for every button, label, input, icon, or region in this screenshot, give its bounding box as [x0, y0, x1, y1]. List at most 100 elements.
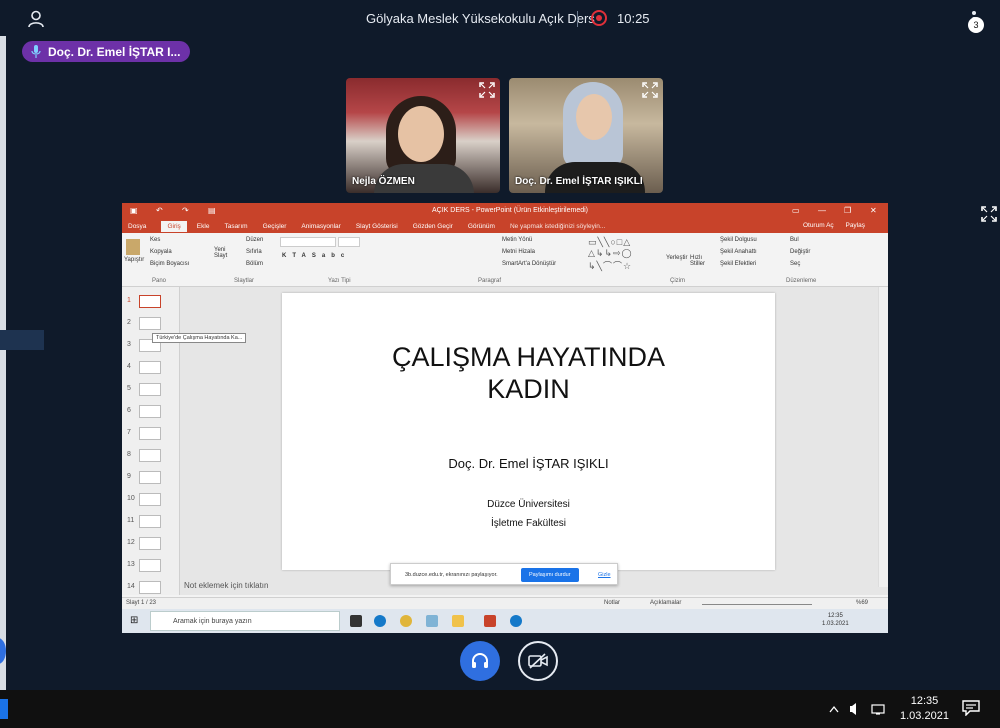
thumbnail-item[interactable]: 13	[125, 559, 177, 575]
slideshow-icon[interactable]: ▤	[208, 206, 216, 215]
share-message: 3b.duzce.edu.tr, ekranınızı paylaşıyor.	[405, 572, 498, 578]
thumb-number: 4	[127, 363, 131, 370]
close-icon[interactable]: ✕	[870, 206, 877, 215]
paste-button[interactable]: Yapıştır	[124, 257, 144, 263]
hide-share-bar-link[interactable]: Gizle	[598, 572, 611, 578]
thumbnail-item[interactable]: 8	[125, 449, 177, 465]
slide-author[interactable]: Doç. Dr. Emel İŞTAR IŞIKLI	[282, 456, 775, 471]
slide-scrollbar[interactable]	[878, 287, 888, 587]
tab-transitions[interactable]: Geçişler	[263, 223, 287, 230]
shape-effects-button[interactable]: Şekil Efektleri	[720, 261, 756, 267]
expand-icon[interactable]	[479, 82, 495, 98]
thumbnail-item[interactable]: 7	[125, 427, 177, 443]
host-app-icon[interactable]	[0, 699, 8, 719]
save-icon[interactable]: ▣	[130, 206, 138, 215]
camera-button[interactable]	[518, 641, 558, 681]
windows-start-icon[interactable]: ⊞	[130, 615, 138, 626]
chrome-icon[interactable]	[400, 615, 412, 627]
thumb-number: 9	[127, 473, 131, 480]
thumbnail-item[interactable]: 4	[125, 361, 177, 377]
arrange-button[interactable]: Yerleştir	[666, 255, 687, 261]
select-button[interactable]: Seç	[790, 261, 800, 267]
paste-icon[interactable]	[126, 239, 140, 255]
redo-icon[interactable]: ↷	[182, 206, 189, 215]
sign-in-link[interactable]: Oturum Aç	[803, 222, 834, 229]
thumbnail-item[interactable]: 9	[125, 471, 177, 487]
slide-faculty[interactable]: İşletme Fakültesi	[282, 518, 775, 529]
fullscreen-icon[interactable]	[981, 206, 997, 222]
align-text-button[interactable]: Metni Hizala	[502, 249, 535, 255]
tab-view[interactable]: Görünüm	[468, 223, 495, 230]
group-label: Pano	[152, 278, 167, 284]
zoom-slider[interactable]	[702, 604, 812, 605]
font-size-select[interactable]	[338, 237, 360, 247]
thumbnail-item[interactable]: 10	[125, 493, 177, 509]
maximize-icon[interactable]: ❐	[844, 206, 851, 215]
ribbon-options-icon[interactable]: ▭	[792, 206, 800, 215]
comments-button[interactable]: Açıklamalar	[650, 600, 681, 606]
thumbnail-item[interactable]: 6	[125, 405, 177, 421]
minimize-icon[interactable]: —	[818, 206, 826, 215]
thumbnail-item[interactable]: 12	[125, 537, 177, 553]
replace-button[interactable]: Değiştir	[790, 249, 810, 255]
thumbnail-item[interactable]: 11	[125, 515, 177, 531]
ppt-window-title: AÇIK DERS - PowerPoint (Ürün Etkinleştir…	[432, 207, 588, 214]
shape-outline-button[interactable]: Şekil Anahattı	[720, 249, 757, 255]
notes-button[interactable]: Notlar	[604, 600, 620, 606]
tab-review[interactable]: Gözden Geçir	[413, 223, 453, 230]
app-icon[interactable]	[426, 615, 438, 627]
slide-university[interactable]: Düzce Üniversitesi	[282, 499, 775, 510]
edge-icon[interactable]	[510, 615, 522, 627]
shape-fill-button[interactable]: Şekil Dolgusu	[720, 237, 757, 243]
slide-canvas[interactable]: ÇALIŞMA HAYATINDA KADIN Doç. Dr. Emel İŞ…	[282, 293, 775, 570]
tab-slideshow[interactable]: Slayt Gösterisi	[356, 223, 398, 230]
thumbnail-item[interactable]: 2	[125, 317, 177, 333]
text-direction-button[interactable]: Metin Yönü	[502, 237, 532, 243]
reset-button[interactable]: Sıfırla	[246, 249, 262, 255]
powerpoint-icon[interactable]	[484, 615, 496, 627]
system-tray-icons[interactable]	[828, 702, 888, 716]
slide-title-line: KADIN	[487, 374, 570, 404]
find-button[interactable]: Bul	[790, 237, 799, 243]
thumbnail-item[interactable]: 14	[125, 581, 177, 597]
tab-design[interactable]: Tasarım	[224, 223, 247, 230]
audio-button[interactable]	[460, 641, 500, 681]
expand-icon[interactable]	[642, 82, 658, 98]
thumbnail-item[interactable]: 5	[125, 383, 177, 399]
tab-insert[interactable]: Ekle	[197, 223, 210, 230]
notification-count-badge: 3	[968, 17, 984, 33]
share-link[interactable]: Paylaş	[845, 222, 865, 229]
new-slide-button[interactable]: Yeni Slayt	[214, 247, 236, 259]
tab-home[interactable]: Giriş	[161, 220, 187, 232]
task-view-icon[interactable]	[350, 615, 362, 627]
undo-icon[interactable]: ↶	[156, 206, 163, 215]
tell-me-box[interactable]: Ne yapmak istediğinizi söyleyin...	[510, 223, 605, 230]
video-tile[interactable]: Nejla ÖZMEN	[346, 78, 500, 193]
stop-sharing-button[interactable]: Paylaşımı durdur	[521, 568, 579, 582]
participant-face	[576, 94, 612, 140]
notes-placeholder[interactable]: Not eklemek için tıklatın	[184, 581, 268, 590]
tab-file[interactable]: Dosya	[128, 223, 146, 230]
thumbnail-item[interactable]: 1	[125, 295, 177, 311]
taskbar-search-input[interactable]: Aramak için buraya yazın	[150, 611, 340, 631]
video-tile[interactable]: Doç. Dr. Emel İŞTAR IŞIKLI	[509, 78, 663, 193]
zoom-level[interactable]: %69	[856, 600, 868, 606]
font-format-buttons[interactable]: KTASabc	[282, 253, 350, 259]
cut-button[interactable]: Kes	[150, 237, 160, 243]
layout-button[interactable]: Düzen	[246, 237, 263, 243]
copy-button[interactable]: Kopyala	[150, 249, 172, 255]
notification-icon[interactable]	[962, 700, 980, 716]
format-painter-button[interactable]: Biçim Boyacısı	[150, 261, 189, 267]
tab-animations[interactable]: Animasyonlar	[301, 223, 340, 230]
user-icon[interactable]	[26, 9, 46, 29]
quick-styles-button[interactable]: Hızlı Stiller	[690, 255, 714, 267]
file-explorer-icon[interactable]	[452, 615, 464, 627]
edge-icon[interactable]	[374, 615, 386, 627]
shapes-gallery[interactable]: ▭╲╲○□△ △↳↳⇨◯ ↳╲⌒⌒☆	[588, 237, 633, 272]
section-button[interactable]: Bölüm	[246, 261, 263, 267]
slide-title[interactable]: ÇALIŞMA HAYATINDA KADIN	[282, 341, 775, 405]
remote-time: 12:35	[827, 613, 843, 619]
font-name-select[interactable]	[280, 237, 336, 247]
smartart-button[interactable]: SmartArt'a Dönüştür	[502, 261, 556, 267]
host-clock[interactable]: 12:35 1.03.2021	[900, 694, 949, 724]
